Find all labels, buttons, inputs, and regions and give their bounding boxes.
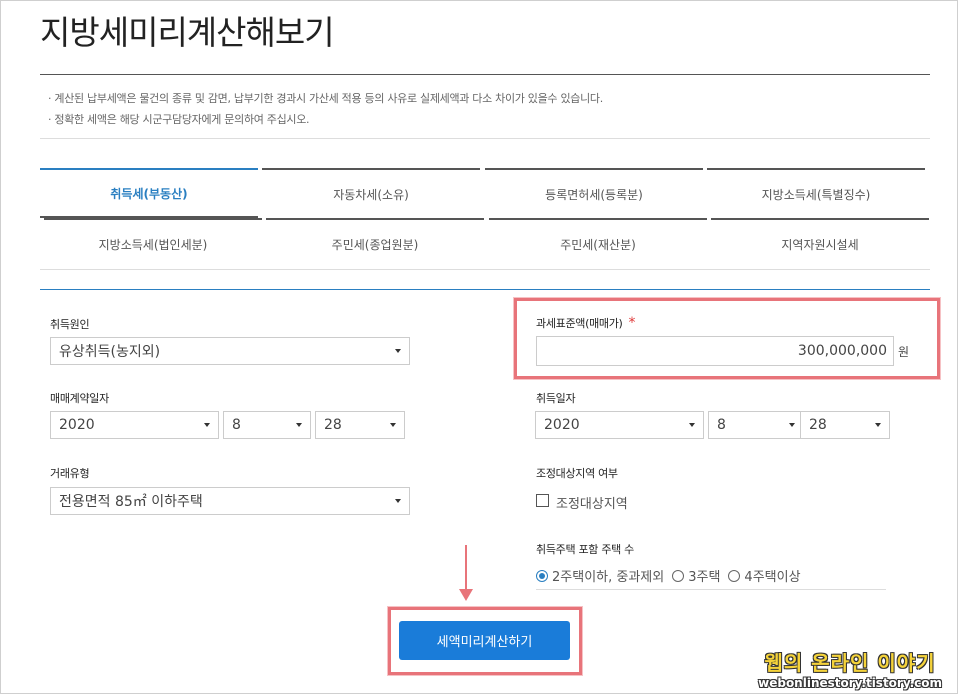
notice-line-1: · 계산된 납부세액은 물건의 종류 및 감면, 납부기한 경과시 가산세 적용… <box>48 92 603 105</box>
tab-local-income-tax-withholding[interactable]: 지방소득세(특별징수) <box>707 168 925 218</box>
annotation-arrow-shaft <box>465 545 467 589</box>
tab-regional-resource-tax[interactable]: 지역자원시설세 <box>711 218 929 268</box>
tab-acquisition-tax-realestate[interactable]: 취득세(부동산) <box>40 168 258 218</box>
chevron-down-icon <box>689 423 695 427</box>
acq-year-value: 2020 <box>544 417 580 433</box>
adjust-region-checkbox-label[interactable]: 조정대상지역 <box>556 493 628 512</box>
chevron-down-icon <box>395 349 401 353</box>
tax-base-input[interactable]: 300,000,000 <box>536 336 894 366</box>
acq-year-select[interactable]: 2020 <box>535 411 704 439</box>
chevron-down-icon <box>395 499 401 503</box>
watermark-sub: webonlinestory.tistory.com <box>758 676 942 690</box>
acq-date-label: 취득일자 <box>536 392 576 405</box>
chevron-down-icon <box>875 423 881 427</box>
contract-year-select[interactable]: 2020 <box>50 411 219 439</box>
radio-2-houses-or-less[interactable]: 2주택이하, 중과제외 <box>536 566 664 585</box>
radio-label: 3주택 <box>688 570 721 585</box>
radio-icon <box>728 569 741 582</box>
tab-registration-license-tax[interactable]: 등록면허세(등록분) <box>485 168 703 218</box>
radio-selected-icon <box>536 569 548 582</box>
adjust-region-checkbox[interactable] <box>536 494 549 507</box>
acq-cause-label: 취득원인 <box>50 318 90 331</box>
acq-cause-value: 유상취득(농지외) <box>59 344 161 360</box>
watermark-main: 웹의 온라인 이야기 <box>764 651 936 675</box>
contract-day-select[interactable]: 28 <box>315 411 405 439</box>
title-divider <box>40 74 930 75</box>
radio-4-houses-or-more[interactable]: 4주택이상 <box>728 566 801 585</box>
watermark-logo: 웹의 온라인 이야기 webonlinestory.tistory.com <box>758 647 942 690</box>
chevron-down-icon <box>789 423 795 427</box>
notice-divider <box>40 138 930 139</box>
acq-day-value: 28 <box>809 417 827 433</box>
adjust-region-label: 조정대상지역 여부 <box>536 467 618 480</box>
calculate-tax-button[interactable]: 세액미리계산하기 <box>399 621 570 660</box>
tax-base-unit: 원 <box>898 345 910 359</box>
arrow-down-icon <box>459 589 473 601</box>
notice-line-2: · 정확한 세액은 해당 시군구담당자에게 문의하여 주십시오. <box>48 113 310 126</box>
trade-type-select[interactable]: 전용면적 85㎡ 이하주택 <box>50 487 410 515</box>
house-count-label: 취득주택 포함 주택 수 <box>536 543 634 556</box>
trade-type-value: 전용면적 85㎡ 이하주택 <box>59 494 203 510</box>
radio-3-houses[interactable]: 3주택 <box>672 566 720 585</box>
contract-month-value: 8 <box>232 417 241 433</box>
tab-row-1: 취득세(부동산) 자동차세(소유) 등록면허세(등록분) 지방소득세(특별징수) <box>40 168 930 218</box>
acq-month-value: 8 <box>717 417 726 433</box>
chevron-down-icon <box>204 423 210 427</box>
acq-month-select[interactable]: 8 <box>708 411 804 439</box>
tab-resident-tax-employee[interactable]: 주민세(종업원분) <box>266 218 484 268</box>
tab-vehicle-tax[interactable]: 자동차세(소유) <box>262 168 480 218</box>
required-mark: * <box>628 315 636 331</box>
contract-day-value: 28 <box>324 417 342 433</box>
trade-type-label: 거래유형 <box>50 467 90 480</box>
tax-base-label: 과세표준액(매매가) * <box>536 315 636 331</box>
house-count-radio-group: 2주택이하, 중과제외 3주택 4주택이상 <box>536 562 886 590</box>
tab-local-income-tax-corporate[interactable]: 지방소득세(법인세분) <box>44 218 262 268</box>
acq-cause-select[interactable]: 유상취득(농지외) <box>50 337 410 365</box>
tax-base-label-text: 과세표준액(매매가) <box>536 317 623 330</box>
radio-label: 2주택이하, 중과제외 <box>552 570 665 585</box>
tax-tabs: 취득세(부동산) 자동차세(소유) 등록면허세(등록분) 지방소득세(특별징수)… <box>40 168 930 270</box>
tab-resident-tax-property[interactable]: 주민세(재산분) <box>489 218 707 268</box>
chevron-down-icon <box>390 423 396 427</box>
tab-row-2: 지방소득세(법인세분) 주민세(종업원분) 주민세(재산분) 지역자원시설세 <box>40 218 930 270</box>
radio-icon <box>672 569 685 582</box>
contract-month-select[interactable]: 8 <box>223 411 311 439</box>
contract-date-label: 매매계약일자 <box>50 392 109 405</box>
acq-day-select[interactable]: 28 <box>800 411 890 439</box>
contract-year-value: 2020 <box>59 417 95 433</box>
chevron-down-icon <box>296 423 302 427</box>
radio-label: 4주택이상 <box>744 570 801 585</box>
form-top-divider <box>40 289 930 290</box>
page-title: 지방세미리계산해보기 <box>40 13 335 52</box>
